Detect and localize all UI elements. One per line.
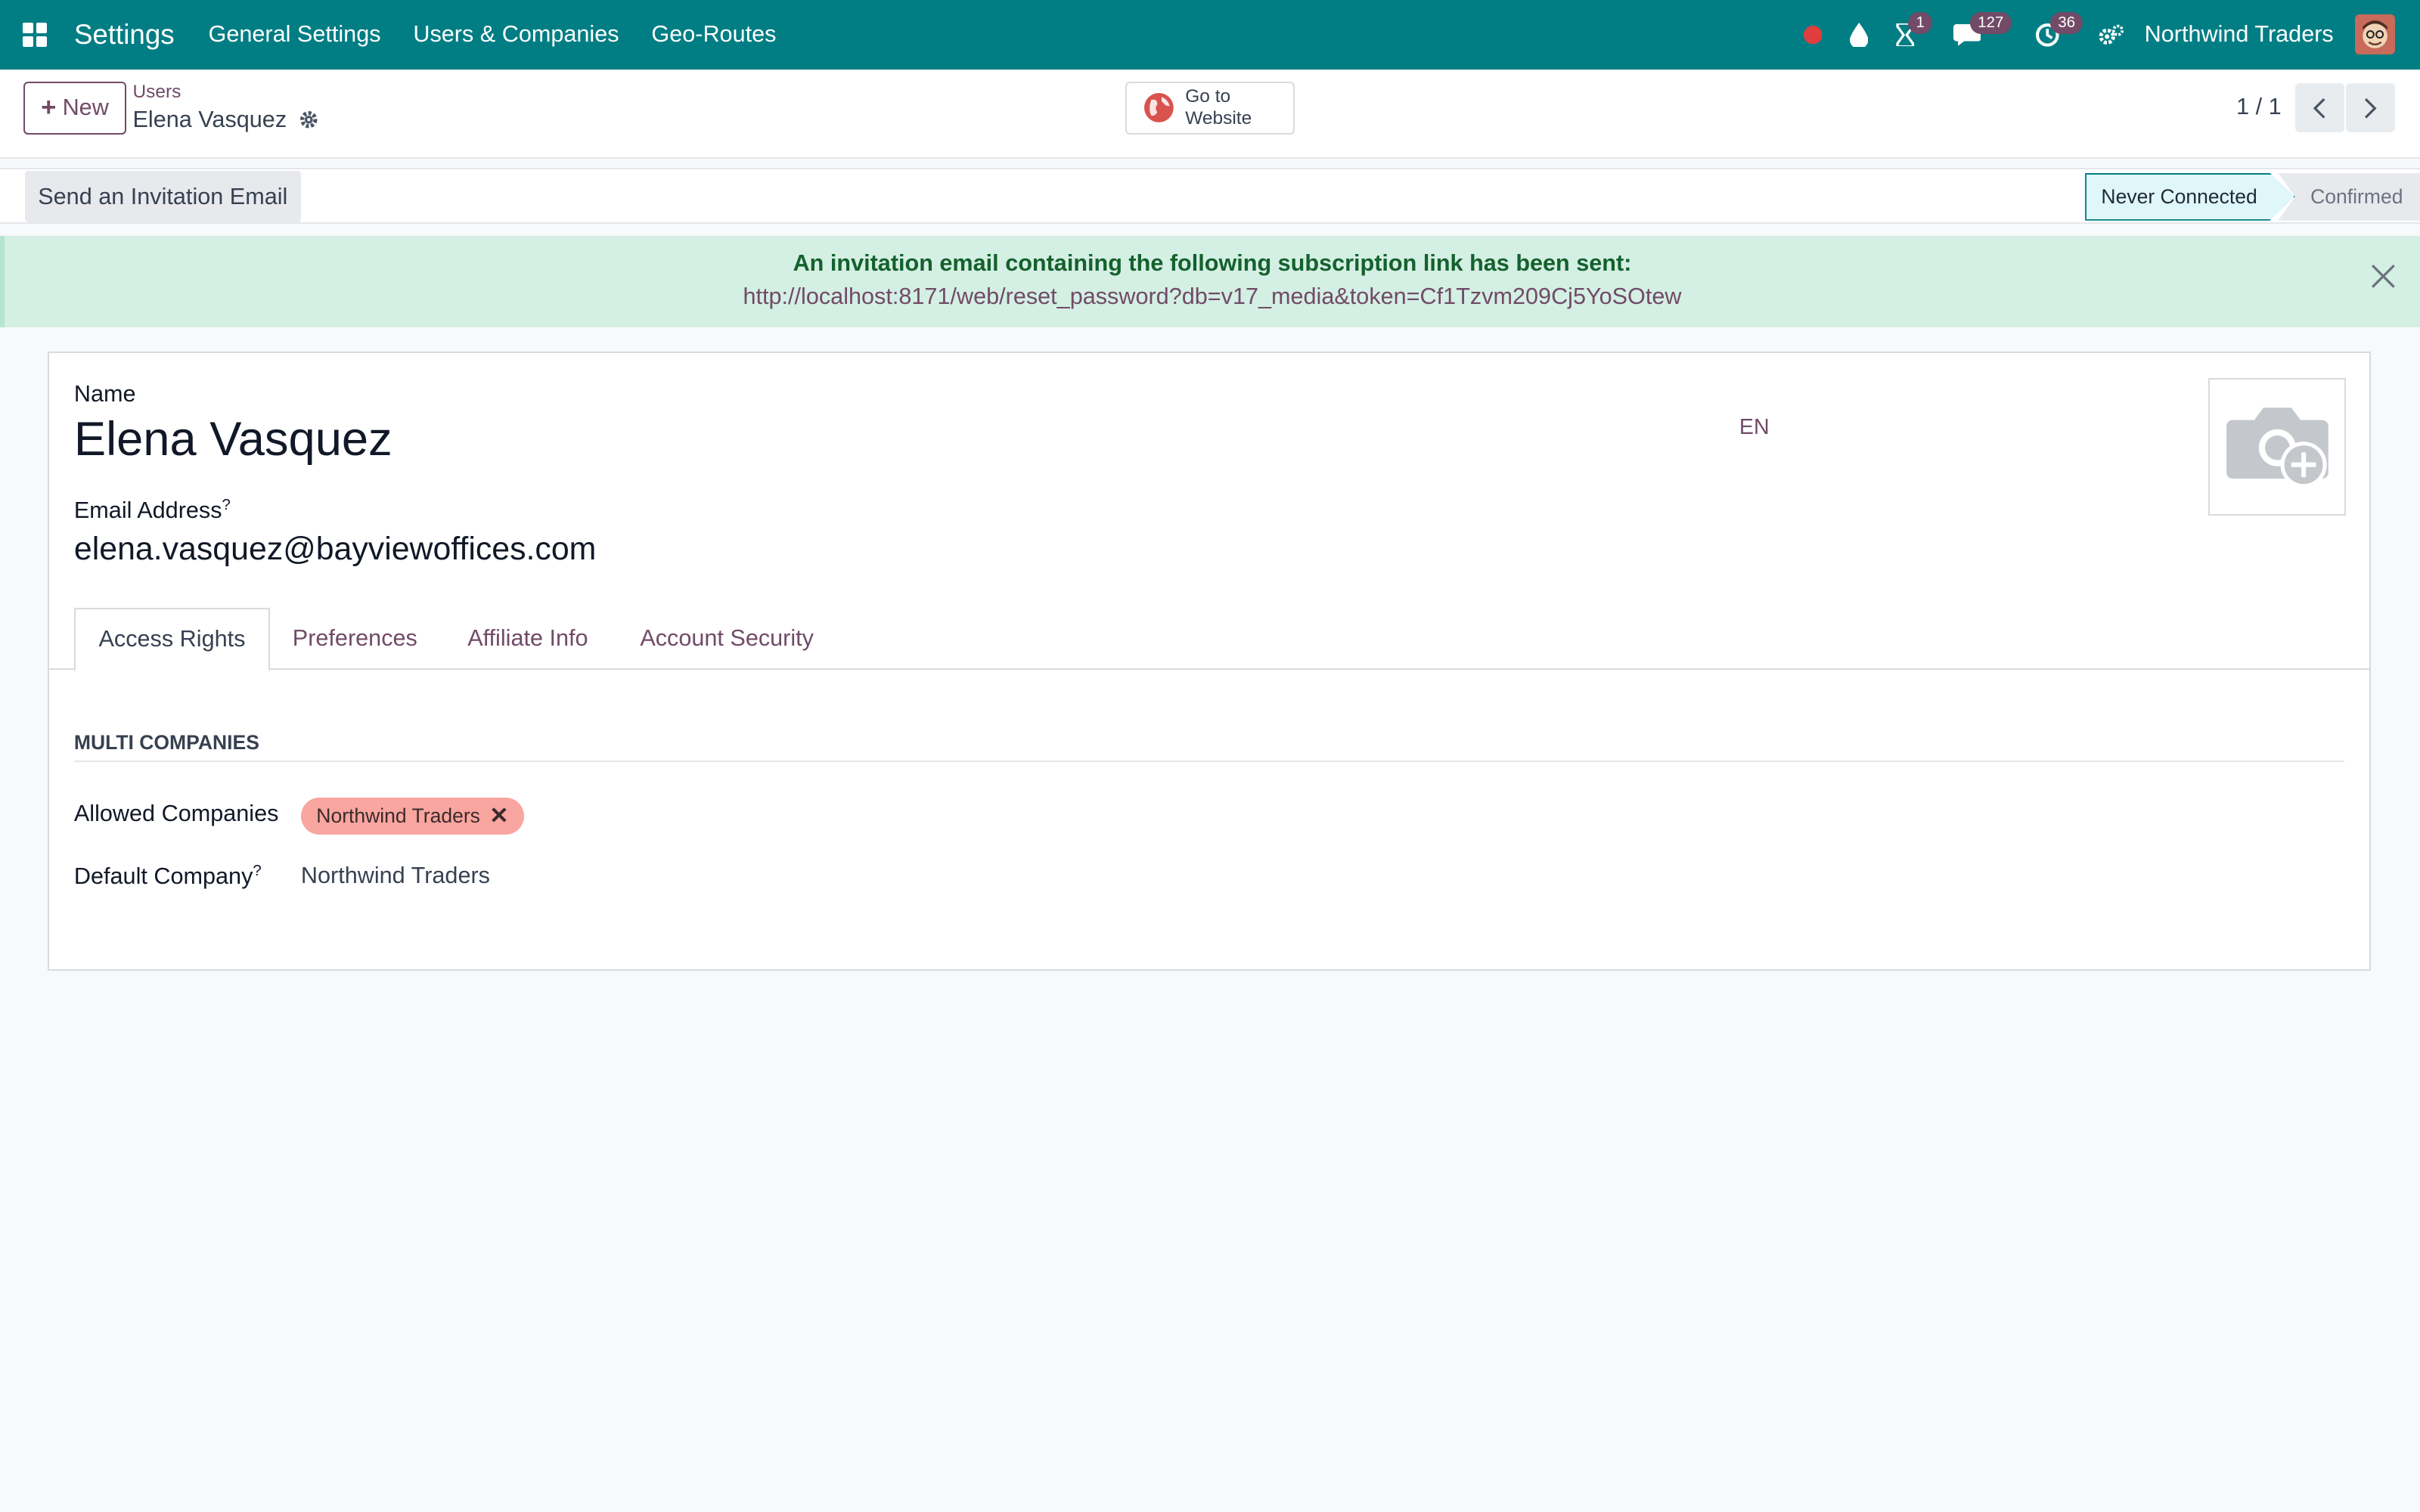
default-company-label: Default Company?: [73, 862, 262, 889]
camera-plus-icon: [2226, 407, 2328, 488]
company-switcher[interactable]: Northwind Traders: [2145, 21, 2334, 48]
company-tag-label: Northwind Traders: [316, 804, 480, 828]
plus-icon: +: [41, 93, 57, 122]
language-button[interactable]: EN: [1739, 415, 1770, 440]
section-title: Multi Companies: [73, 731, 2344, 763]
email-label: Email Address?: [73, 497, 231, 524]
activity-badge: 1: [1908, 12, 1933, 34]
new-button[interactable]: + New: [23, 82, 127, 135]
form-sheet: Name Elena Vasquez EN Email Address? ele…: [48, 352, 2371, 971]
clock-badge: 36: [2050, 12, 2083, 34]
chat-icon[interactable]: 127: [1944, 0, 2012, 70]
name-field[interactable]: Elena Vasquez: [74, 412, 392, 466]
apps-menu-icon[interactable]: [0, 0, 70, 70]
breadcrumb-users[interactable]: Users: [133, 82, 182, 103]
menu-geo-routes[interactable]: Geo-Routes: [651, 21, 776, 48]
control-panel: + New Users Elena Vasquez Go to Website …: [0, 69, 2420, 160]
name-label: Name: [73, 381, 136, 407]
gear-icon[interactable]: [299, 110, 319, 130]
messages-badge: 127: [1970, 12, 2012, 34]
tab-preferences[interactable]: Preferences: [270, 608, 439, 670]
chevron-right-icon: [2365, 98, 2378, 119]
drop-icon[interactable]: [1836, 0, 1882, 70]
tab-account-security[interactable]: Account Security: [616, 608, 838, 670]
stage-never-connected[interactable]: Never Connected: [2085, 172, 2295, 221]
globe-icon: [1144, 93, 1174, 123]
form-tabs: Access Rights Preferences Affiliate Info…: [49, 608, 2369, 671]
stage-confirmed[interactable]: Confirmed: [2278, 172, 2420, 221]
status-bar: Send an Invitation Email Never Connected…: [0, 168, 2420, 224]
avatar-upload[interactable]: [2208, 377, 2346, 516]
remove-tag-icon[interactable]: ✕: [489, 803, 509, 829]
go-to-website-label: Go to Website: [1185, 86, 1252, 129]
tab-affiliate-info[interactable]: Affiliate Info: [440, 608, 616, 670]
invitation-alert: An invitation email containing the follo…: [0, 236, 2420, 327]
app-name[interactable]: Settings: [74, 19, 175, 51]
alert-message: An invitation email containing the follo…: [793, 249, 1632, 276]
new-button-label: New: [62, 94, 109, 121]
menu-general-settings[interactable]: General Settings: [209, 21, 381, 48]
record-icon[interactable]: [1789, 0, 1835, 70]
pager-previous-button[interactable]: [2294, 83, 2344, 133]
go-to-website-button[interactable]: Go to Website: [1125, 82, 1295, 135]
allowed-companies-label: Allowed Companies: [73, 801, 279, 827]
default-company-field[interactable]: Northwind Traders: [301, 863, 490, 889]
close-icon[interactable]: [2368, 261, 2399, 292]
tab-access-rights[interactable]: Access Rights: [73, 608, 271, 671]
email-field[interactable]: elena.vasquez@bayviewoffices.com: [74, 531, 596, 568]
clock-icon[interactable]: 36: [2024, 0, 2083, 70]
alert-link[interactable]: http://localhost:8171/web/reset_password…: [5, 284, 2420, 310]
pager-value[interactable]: 1 / 1: [2236, 94, 2282, 120]
pager-next-button[interactable]: [2346, 83, 2396, 133]
user-avatar[interactable]: [2355, 14, 2396, 55]
top-navbar: Settings General Settings Users & Compan…: [0, 0, 2420, 70]
hourglass-icon[interactable]: 1: [1882, 0, 1933, 70]
breadcrumb-current: Elena Vasquez: [133, 107, 319, 133]
send-invitation-button[interactable]: Send an Invitation Email: [24, 171, 301, 222]
company-tag: Northwind Traders ✕: [300, 798, 525, 835]
gears-icon[interactable]: [2089, 0, 2135, 70]
menu-users-companies[interactable]: Users & Companies: [413, 21, 619, 48]
breadcrumb-current-label: Elena Vasquez: [132, 106, 287, 132]
chevron-left-icon: [2313, 98, 2325, 119]
